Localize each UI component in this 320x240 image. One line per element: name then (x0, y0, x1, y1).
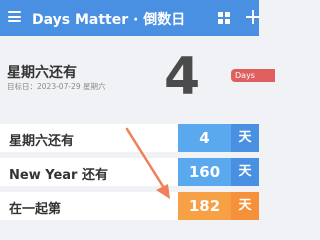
event-label: 星期六还有 (9, 134, 75, 149)
plus-icon[interactable] (246, 8, 260, 26)
event-day-count: 160 (178, 158, 231, 186)
event-day-unit: 天 (231, 158, 259, 186)
event-day-unit: 天 (231, 124, 259, 152)
featured-event-days: 4 (164, 47, 201, 107)
event-label: 在一起第 (9, 202, 62, 217)
event-day-unit: 天 (231, 192, 259, 220)
event-label: New Year 还有 (9, 168, 108, 183)
event-day-count: 182 (178, 192, 231, 220)
menu-icon[interactable] (8, 11, 21, 22)
event-row-saturday[interactable]: 星期六还有 4 天 (0, 124, 259, 152)
featured-event-date: 目标日：2023-07-29 星期六 (7, 82, 106, 91)
event-day-count: 4 (178, 124, 231, 152)
event-row-new-year[interactable]: New Year 还有 160 天 (0, 158, 259, 186)
grid-icon[interactable] (218, 12, 230, 24)
featured-event[interactable]: 星期六还有 目标日：2023-07-29 星期六 4 Days (0, 36, 275, 118)
featured-event-title: 星期六还有 (7, 65, 77, 81)
days-badge: Days (231, 69, 275, 82)
app-bar: Days Matter · 倒数日 (0, 0, 260, 36)
app-title: Days Matter · 倒数日 (32, 12, 186, 28)
event-row-together[interactable]: 在一起第 182 天 (0, 192, 259, 220)
